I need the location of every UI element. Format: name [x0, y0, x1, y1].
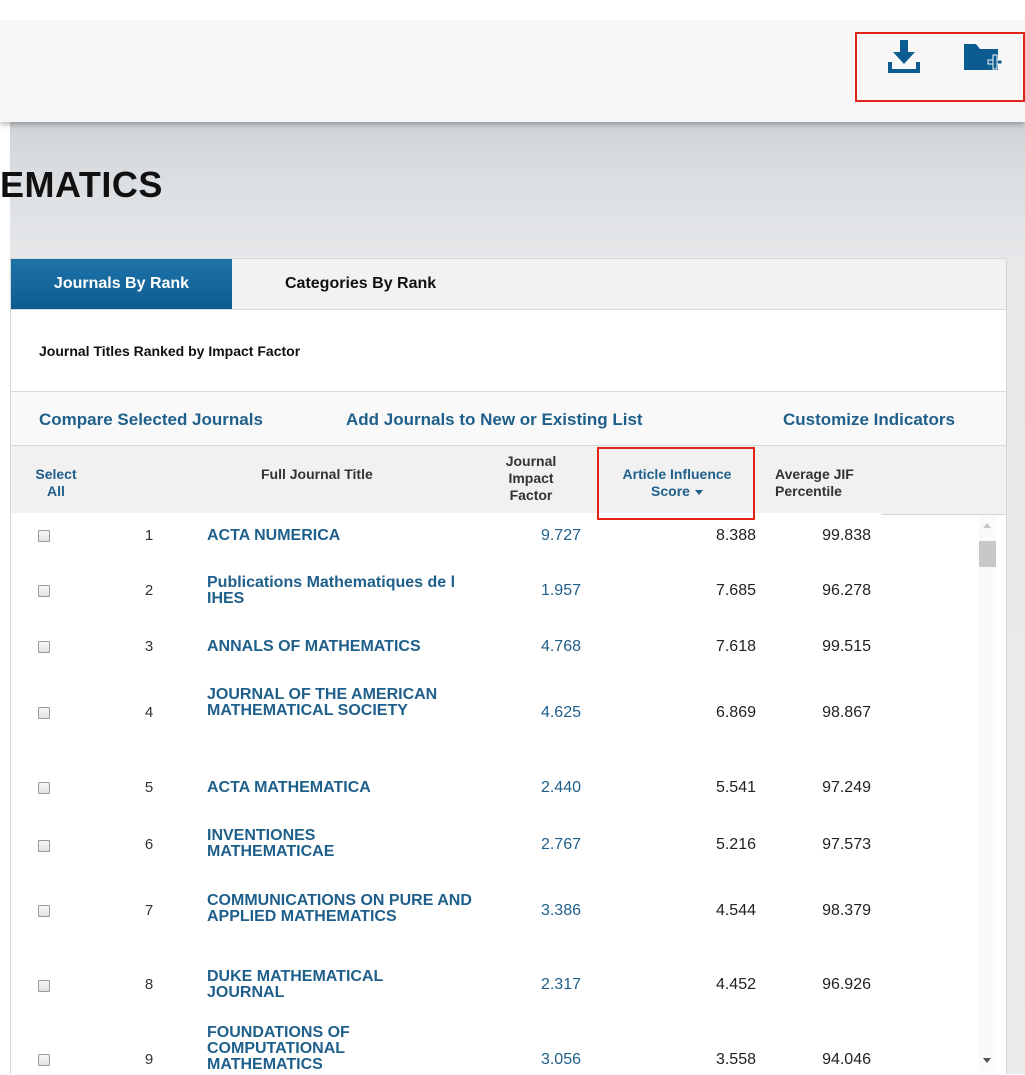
article-influence-value: 8.388 [715, 527, 756, 544]
row-checkbox[interactable] [38, 641, 50, 653]
table-row: 3 ANNALS OF MATHEMATICS 4.768 7.618 99.5… [11, 623, 881, 672]
row-checkbox[interactable] [38, 782, 50, 794]
table-row: 9 FOUNDATIONS OF COMPUTATIONAL MATHEMATI… [11, 1017, 881, 1075]
journal-title-link[interactable]: ACTA NUMERICA [207, 528, 477, 544]
row-rank: 7 [144, 902, 154, 919]
scroll-up-arrow-icon[interactable] [983, 523, 991, 528]
row-rank: 6 [144, 836, 154, 853]
impact-factor-value[interactable]: 2.440 [501, 779, 581, 797]
jif-percentile-value: 96.926 [822, 976, 871, 993]
row-checkbox[interactable] [38, 1054, 50, 1066]
journal-title-link[interactable]: ANNALS OF MATHEMATICS [207, 639, 477, 655]
download-button[interactable] [884, 40, 924, 76]
row-rank: 8 [144, 976, 154, 993]
journal-title-link[interactable]: Publications Mathematiques de l IHES [207, 575, 462, 607]
action-bar: Compare Selected Journals Add Journals t… [11, 391, 1006, 446]
journal-title-link[interactable]: COMMUNICATIONS ON PURE AND APPLIED MATHE… [207, 893, 482, 925]
row-rank: 3 [144, 638, 154, 655]
impact-factor-value[interactable]: 4.625 [501, 704, 581, 722]
table-row: 2 Publications Mathematiques de l IHES 1… [11, 559, 881, 624]
row-checkbox[interactable] [38, 905, 50, 917]
jif-percentile-value: 99.838 [822, 527, 871, 544]
table-row: 6 INVENTIONES MATHEMATICAE 2.767 5.216 9… [11, 821, 881, 870]
table-row: 5 ACTA MATHEMATICA 2.440 5.541 97.249 [11, 755, 881, 822]
journal-title-link[interactable]: INVENTIONES MATHEMATICAE [207, 828, 367, 860]
row-checkbox[interactable] [38, 707, 50, 719]
row-rank: 5 [144, 779, 154, 796]
jif-percentile-value: 94.046 [822, 1051, 871, 1068]
row-rank: 2 [144, 582, 154, 599]
row-rank: 9 [144, 1051, 154, 1068]
row-checkbox[interactable] [38, 840, 50, 852]
average-jif-percentile-header[interactable]: Average JIF Percentile [775, 466, 854, 500]
impact-factor-value[interactable]: 2.317 [501, 976, 581, 994]
article-influence-score-header[interactable]: Article Influence Score [611, 466, 743, 500]
select-all-header[interactable]: Select All [31, 466, 81, 500]
table-header: Select All Full Journal Title Journal Im… [11, 445, 1006, 515]
tab-bar: Journals By Rank Categories By Rank [11, 259, 1006, 310]
journal-impact-factor-header[interactable]: Journal Impact Factor [499, 453, 563, 504]
article-influence-value: 7.618 [715, 638, 756, 655]
download-icon [888, 40, 920, 73]
jif-percentile-value: 97.573 [822, 836, 871, 853]
table-row: 1 ACTA NUMERICA 9.727 8.388 99.838 [11, 513, 881, 560]
impact-factor-value[interactable]: 4.768 [501, 638, 581, 656]
article-influence-value: 7.685 [715, 582, 756, 599]
table-row: 7 COMMUNICATIONS ON PURE AND APPLIED MAT… [11, 869, 881, 954]
journal-title-link[interactable]: FOUNDATIONS OF COMPUTATIONAL MATHEMATICS [207, 1025, 377, 1073]
scroll-down-arrow-icon[interactable] [983, 1058, 991, 1063]
jif-percentile-value: 98.867 [822, 704, 871, 721]
article-influence-value: 5.216 [715, 836, 756, 853]
impact-factor-value[interactable]: 9.727 [501, 527, 581, 545]
sort-descending-icon [694, 489, 703, 495]
row-checkbox[interactable] [38, 980, 50, 992]
impact-factor-value[interactable]: 3.386 [501, 902, 581, 920]
row-checkbox[interactable] [38, 585, 50, 597]
article-influence-value: 5.541 [715, 779, 756, 796]
jif-percentile-value: 96.278 [822, 582, 871, 599]
table-subtitle: Journal Titles Ranked by Impact Factor [39, 343, 301, 359]
tab-journals-by-rank[interactable]: Journals By Rank [11, 259, 232, 309]
jif-percentile-value: 99.515 [822, 638, 871, 655]
row-rank: 4 [144, 704, 154, 721]
journal-title-link[interactable]: ACTA MATHEMATICA [207, 780, 477, 796]
article-influence-value: 6.869 [715, 704, 756, 721]
jif-percentile-value: 97.249 [822, 779, 871, 796]
jif-percentile-value: 98.379 [822, 902, 871, 919]
row-rank: 1 [144, 527, 154, 544]
article-influence-value: 4.544 [715, 902, 756, 919]
add-journals-to-list-link[interactable]: Add Journals to New or Existing List [346, 410, 643, 430]
table-row: 8 DUKE MATHEMATICAL JOURNAL 2.317 4.452 … [11, 953, 881, 1018]
customize-indicators-link[interactable]: Customize Indicators [783, 410, 955, 430]
impact-factor-value[interactable]: 3.056 [501, 1051, 581, 1069]
journal-title-link[interactable]: JOURNAL OF THE AMERICAN MATHEMATICAL SOC… [207, 687, 462, 719]
row-checkbox[interactable] [38, 530, 50, 542]
compare-selected-journals-link[interactable]: Compare Selected Journals [39, 410, 263, 430]
article-influence-value: 4.452 [715, 976, 756, 993]
top-toolbar [0, 0, 1025, 122]
journals-panel: Journals By Rank Categories By Rank Jour… [10, 258, 1007, 1075]
page-title: EMATICS [0, 164, 163, 205]
scroll-thumb[interactable] [979, 541, 996, 567]
journal-title-link[interactable]: DUKE MATHEMATICAL JOURNAL [207, 969, 417, 1001]
table-row: 4 JOURNAL OF THE AMERICAN MATHEMATICAL S… [11, 671, 881, 756]
table-body: 1 ACTA NUMERICA 9.727 8.388 99.838 2 Pub… [11, 513, 881, 1075]
add-to-folder-button[interactable] [962, 40, 1008, 76]
impact-factor-value[interactable]: 1.957 [501, 582, 581, 600]
impact-factor-value[interactable]: 2.767 [501, 836, 581, 854]
folder-plus-icon [964, 44, 1003, 70]
table-scrollbar[interactable] [979, 515, 996, 1071]
article-influence-value: 3.558 [715, 1051, 756, 1068]
full-journal-title-header[interactable]: Full Journal Title [261, 466, 373, 483]
tab-categories-by-rank[interactable]: Categories By Rank [285, 259, 436, 309]
